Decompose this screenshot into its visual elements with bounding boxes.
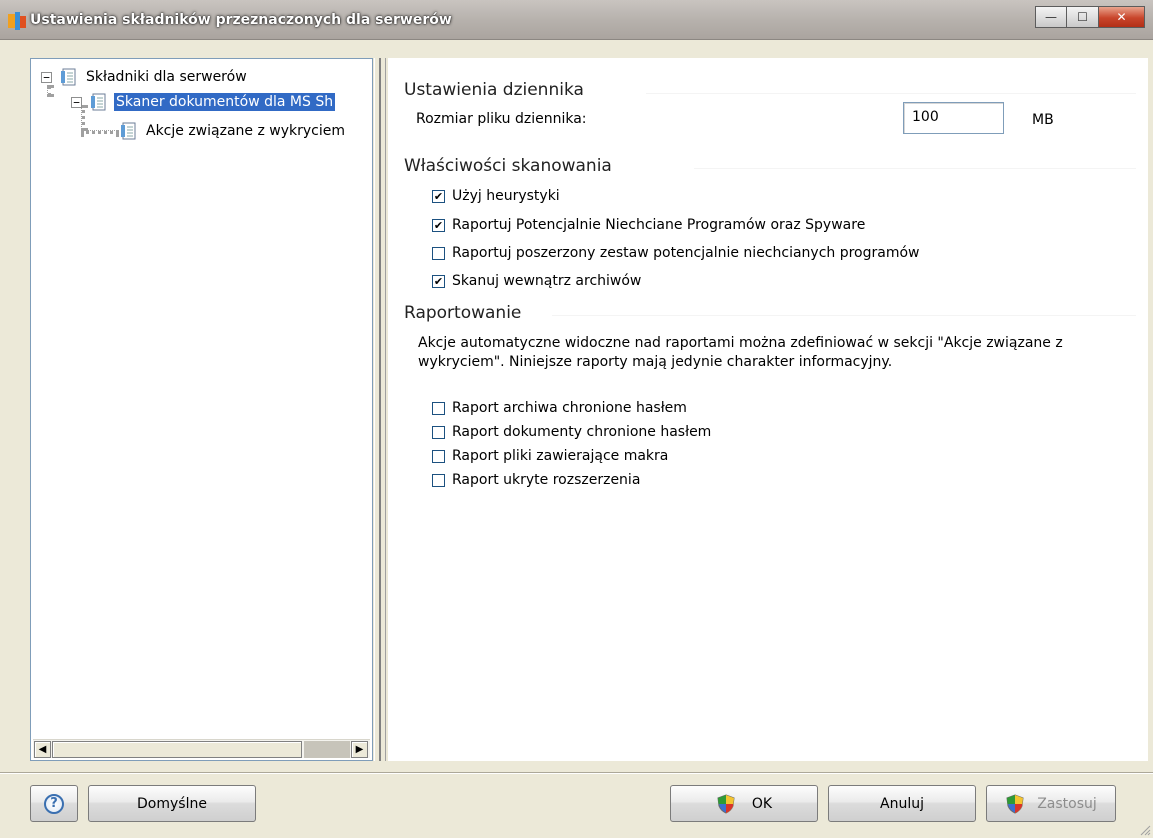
scan-archives-checkbox[interactable]: ✔ [432,274,445,288]
tree-item-ms-sharepoint-scanner[interactable]: − Skaner dokumentów dla MS Sh [71,92,336,112]
log-size-input[interactable]: 100 [903,102,1004,134]
tree-item-label: Akcje związane z wykryciem [146,123,345,139]
scroll-right-button[interactable]: ▶ [351,741,368,758]
scroll-thumb[interactable] [52,741,302,758]
window-title: Ustawienia składników przeznaczonych dla… [30,12,452,28]
scroll-track[interactable] [304,741,350,758]
pane-splitter[interactable] [374,58,386,761]
defaults-button[interactable]: Domyślne [88,785,256,822]
horizontal-scrollbar[interactable]: ◀ ▶ [33,739,370,758]
report-password-archives-row[interactable]: Raport archiwa chronione hasłem [432,400,687,416]
checkbox-label: Skanuj wewnątrz archiwów [452,273,642,289]
cancel-button-label: Anuluj [880,795,924,812]
help-button[interactable]: ? [30,785,78,822]
report-hidden-extensions-checkbox[interactable] [432,473,445,487]
checkbox-label: Raport archiwa chronione hasłem [452,400,687,416]
ok-button[interactable]: OK [670,785,818,822]
scroll-left-button[interactable]: ◀ [34,741,51,758]
pup-spyware-checkbox-row[interactable]: ✔ Raportuj Potencjalnie Niechciane Progr… [432,217,865,233]
settings-pane: Ustawienia dziennika Rozmiar pliku dzien… [388,58,1148,761]
title-bar[interactable]: Ustawienia składników przeznaczonych dla… [0,0,1153,40]
cancel-button[interactable]: Anuluj [828,785,976,822]
component-icon [121,122,136,140]
help-icon: ? [44,793,64,814]
reporting-heading: Raportowanie [404,303,522,323]
checkbox-label: Raport ukryte rozszerzenia [452,472,641,488]
tree-item-label: Składniki dla serwerów [86,69,247,85]
ok-button-label: OK [751,795,773,812]
checkbox-label: Raportuj poszerzony zestaw potencjalnie … [452,245,920,261]
maximize-button[interactable]: ☐ [1067,6,1099,28]
pup-spyware-checkbox[interactable]: ✔ [432,218,445,232]
apply-button-label: Zastosuj [1037,795,1097,812]
extended-pup-checkbox[interactable] [432,246,445,260]
shield-icon [717,793,735,814]
avg-app-icon [8,12,26,30]
report-hidden-extensions-row[interactable]: Raport ukryte rozszerzenia [432,472,640,488]
scan-properties-heading: Właściwości skanowania [404,156,612,176]
report-password-documents-checkbox[interactable] [432,425,445,439]
component-tree[interactable]: − Składniki dla serwerów − Skaner dokume… [30,58,373,761]
checkbox-label: Użyj heurystyki [452,188,560,204]
tree-item-detection-actions[interactable]: Akcje związane z wykryciem [120,121,347,141]
resize-grip-icon[interactable] [1139,824,1151,836]
collapse-icon[interactable]: − [41,71,52,83]
heuristics-checkbox[interactable]: ✔ [432,189,445,203]
log-settings-heading: Ustawienia dziennika [404,80,584,100]
report-macro-files-checkbox[interactable] [432,449,445,463]
tree-item-server-components[interactable]: − Składniki dla serwerów [41,67,249,87]
defaults-button-label: Domyślne [137,795,207,812]
report-password-documents-row[interactable]: Raport dokumenty chronione hasłem [432,424,711,440]
scan-archives-checkbox-row[interactable]: ✔ Skanuj wewnątrz archiwów [432,273,641,289]
log-size-label: Rozmiar pliku dziennika: [416,111,587,127]
reporting-description: Akcje automatyczne widoczne nad raportam… [418,335,1063,370]
report-macro-files-row[interactable]: Raport pliki zawierające makra [432,448,668,464]
collapse-icon[interactable]: − [71,96,82,108]
shield-icon [1006,793,1024,814]
checkbox-label: Raportuj Potencjalnie Niechciane Program… [452,217,866,233]
heuristics-checkbox-row[interactable]: ✔ Użyj heurystyki [432,188,560,204]
tree-item-label: Skaner dokumentów dla MS Sh [114,93,336,111]
component-icon [61,68,76,86]
minimize-button[interactable]: — [1035,6,1067,28]
checkbox-label: Raport pliki zawierające makra [452,448,669,464]
log-size-unit: MB [1032,112,1054,128]
checkbox-label: Raport dokumenty chronione hasłem [452,424,712,440]
component-icon [91,93,106,111]
report-password-archives-checkbox[interactable] [432,401,445,415]
extended-pup-checkbox-row[interactable]: Raportuj poszerzony zestaw potencjalnie … [432,245,920,261]
close-button[interactable]: ✕ [1099,6,1145,28]
apply-button[interactable]: Zastosuj [986,785,1116,822]
